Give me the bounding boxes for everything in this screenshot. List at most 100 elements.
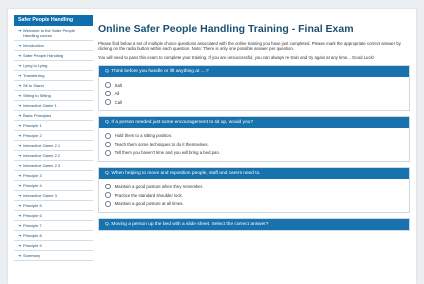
sidebar-item-label: Safer People Handling xyxy=(23,53,64,58)
sidebar-item-principle-7[interactable]: ➜ Principle 7 xyxy=(14,221,93,231)
arrow-right-icon: ➜ xyxy=(18,243,22,248)
sidebar-item-label: Principle 2 xyxy=(23,133,42,138)
sidebar-item-sitting-to-sitting[interactable]: ➜ Sitting to Sitting xyxy=(14,91,93,101)
answer-options: Hold them to a sitting position. Teach t… xyxy=(99,128,409,161)
radio-button[interactable] xyxy=(105,82,111,88)
arrow-right-icon: ➜ xyxy=(18,203,22,208)
question-header: Q. If a person needed just some encourag… xyxy=(99,117,409,128)
answer-option[interactable]: Hold them to a sitting position. xyxy=(105,133,403,139)
sidebar-item-label: Principle 5 xyxy=(23,203,42,208)
intro-paragraph: You will need to pass this exam to compl… xyxy=(98,54,374,60)
sidebar-item-sit-to-stand[interactable]: ➜ Sit to Stand xyxy=(14,81,93,91)
sidebar-item-transferring[interactable]: ➜ Transferring xyxy=(14,71,93,81)
sidebar-item-label: Sit to Stand xyxy=(23,83,44,88)
sidebar-item-label: Principle 8 xyxy=(23,233,42,238)
radio-button[interactable] xyxy=(105,150,111,156)
radio-button[interactable] xyxy=(105,99,111,105)
sidebar-item-principle-4[interactable]: ➜ Principle 4 xyxy=(14,181,93,191)
sidebar-item-principle-2[interactable]: ➜ Principle 2 xyxy=(14,131,93,141)
sidebar-item-principle-1[interactable]: ➜ Principle 1 xyxy=(14,121,93,131)
arrow-right-icon: ➜ xyxy=(18,213,22,218)
answer-options: Maintain a good posture when they rememb… xyxy=(99,179,409,212)
sidebar-item-label: Summary xyxy=(23,253,41,258)
arrow-right-icon: ➜ xyxy=(18,163,22,168)
arrow-right-icon: ➜ xyxy=(18,93,22,98)
arrow-right-icon: ➜ xyxy=(18,133,22,138)
arrow-right-icon: ➜ xyxy=(18,153,22,158)
sidebar-item-label: Principle 7 xyxy=(23,223,42,228)
question-card: Q. Moving a person up the bed with a sli… xyxy=(98,217,410,231)
arrow-right-icon: ➜ xyxy=(18,53,22,58)
sidebar-item-label: Lying to Lying xyxy=(23,63,48,68)
question-header: Q. Think before you handle or lift anyth… xyxy=(99,66,409,78)
app-window: Safer People Handling ➜ Welcome to the S… xyxy=(8,9,416,284)
question-header: Q. Moving a person up the bed with a sli… xyxy=(99,218,409,230)
answer-option[interactable]: Teach them some techniques to do it them… xyxy=(105,141,403,148)
sidebar-item-interactive-game-1[interactable]: ➜ Interactive Game 1 xyxy=(14,101,93,111)
sidebar-item-introduction[interactable]: ➜ Introduction xyxy=(14,41,93,51)
sidebar-item-label: Principle 9 xyxy=(23,243,42,248)
answer-option[interactable]: All xyxy=(105,90,403,97)
sidebar-item-safer-people-handling[interactable]: ➜ Safer People Handling xyxy=(14,51,93,61)
answer-option[interactable]: Salt xyxy=(105,82,403,88)
arrow-right-icon: ➜ xyxy=(18,183,22,188)
arrow-right-icon: ➜ xyxy=(18,123,22,128)
sidebar-item-interactive-game-2-1[interactable]: ➜ Interactive Game 2.1 xyxy=(14,141,93,151)
radio-button[interactable] xyxy=(105,183,111,190)
sidebar-item-principle-9[interactable]: ➜ Principle 9 xyxy=(14,241,93,251)
sidebar-item-label: Transferring xyxy=(23,73,45,78)
page-title: Online Safer People Handling Training - … xyxy=(98,23,354,35)
sidebar-item-interactive-game-2-3[interactable]: ➜ Interactive Game 2.3 xyxy=(14,161,93,171)
sidebar-item-label: Interactive Game 2.1 xyxy=(23,143,61,148)
question-card: Q. When helping to move and reposition p… xyxy=(98,166,410,213)
answer-option[interactable]: Practice the standard shoulder lock. xyxy=(105,192,403,198)
sidebar-item-label: Welcome to the Safer People Handling cou… xyxy=(23,28,75,38)
arrow-right-icon: ➜ xyxy=(18,28,22,33)
sidebar-item-principle-8[interactable]: ➜ Principle 8 xyxy=(14,231,93,241)
answer-option[interactable]: Call xyxy=(105,99,403,105)
sidebar-item-label: Interactive Game 2.2 xyxy=(23,153,61,158)
arrow-right-icon: ➜ xyxy=(18,43,22,48)
sidebar-item-label: Interactive Game 1 xyxy=(23,103,57,108)
sidebar-item-interactive-game-2-2[interactable]: ➜ Interactive Game 2.2 xyxy=(14,151,93,161)
answer-label: Call xyxy=(114,99,122,105)
sidebar-item-label: Basic Principles xyxy=(23,113,52,118)
main-content: Online Safer People Handling Training - … xyxy=(98,15,410,231)
arrow-right-icon: ➜ xyxy=(18,223,22,228)
answer-option[interactable]: Tell them you haven't time and you will … xyxy=(105,150,403,156)
arrow-right-icon: ➜ xyxy=(18,113,22,118)
sidebar-heading: Safer People Handling xyxy=(14,15,93,26)
sidebar-item-lying-to-lying[interactable]: ➜ Lying to Lying xyxy=(14,61,93,71)
sidebar-item-summary[interactable]: ➜ Summary xyxy=(14,251,93,261)
arrow-right-icon: ➜ xyxy=(18,193,22,198)
sidebar-item-principle-3[interactable]: ➜ Principle 3 xyxy=(14,171,93,181)
sidebar-item-label: Principle 4 xyxy=(23,183,42,188)
sidebar-item-label: Interactive Game 3 xyxy=(23,193,57,198)
radio-button[interactable] xyxy=(105,200,111,207)
arrow-right-icon: ➜ xyxy=(18,173,22,178)
radio-button[interactable] xyxy=(105,133,111,139)
question-card: Q. Think before you handle or lift anyth… xyxy=(98,65,410,111)
answer-label: Salt xyxy=(114,82,122,88)
sidebar-item-interactive-game-3[interactable]: ➜ Interactive Game 3 xyxy=(14,191,93,201)
intro-text: Please find below a set of multiple choi… xyxy=(98,41,410,60)
sidebar-item-principle-5[interactable]: ➜ Principle 5 xyxy=(14,201,93,211)
radio-button[interactable] xyxy=(105,192,111,198)
arrow-right-icon: ➜ xyxy=(18,103,22,108)
arrow-right-icon: ➜ xyxy=(18,233,22,238)
answer-option[interactable]: Maintain a good posture at all times. xyxy=(105,200,403,207)
sidebar-item-principle-6[interactable]: ➜ Principle 6 xyxy=(14,211,93,221)
answer-label: Practice the standard shoulder lock. xyxy=(114,192,183,198)
sidebar-item-basic-principles[interactable]: ➜ Basic Principles xyxy=(14,111,93,121)
sidebar-item-label: Interactive Game 2.3 xyxy=(23,163,61,168)
sidebar-item-label: Sitting to Sitting xyxy=(23,93,51,98)
radio-button[interactable] xyxy=(105,141,111,148)
answer-label: Hold them to a sitting position. xyxy=(114,133,173,139)
sidebar-item-welcome[interactable]: ➜ Welcome to the Safer People Handling c… xyxy=(14,26,93,41)
answer-label: Maintain a good posture at all times. xyxy=(114,201,184,207)
answer-option[interactable]: Maintain a good posture when they rememb… xyxy=(105,183,403,190)
sidebar-item-label: Introduction xyxy=(23,43,44,48)
question-header: Q. When helping to move and reposition p… xyxy=(99,167,409,179)
radio-button[interactable] xyxy=(105,90,111,97)
intro-paragraph: Please find below a set of multiple choi… xyxy=(98,41,401,52)
